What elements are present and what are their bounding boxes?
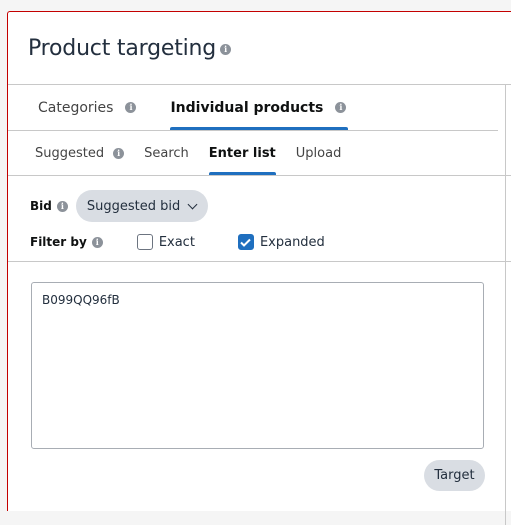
info-icon[interactable]: i [91,237,103,248]
tab-enter-list[interactable]: Enter list [208,131,276,175]
divider [8,261,511,262]
tab-label: Search [144,145,189,161]
panel-header: Product targeting i [8,12,511,85]
target-button[interactable]: Target [424,460,485,491]
tab-search[interactable]: Search [144,131,189,175]
info-icon[interactable]: i [56,201,68,212]
chevron-down-icon [187,199,198,209]
tab-suggested[interactable]: Suggested i [35,131,125,175]
sub-tabs: Suggested i Search Enter list Upload [8,131,511,176]
bid-dropdown-value: Suggested bid [86,198,181,214]
asin-list-value: B099QQ96fB [42,293,120,307]
right-rail-divider [505,85,506,525]
tab-upload[interactable]: Upload [296,131,342,175]
page-title: Product targeting i [28,35,232,61]
main-tabs: Categories i Individual products i [8,85,498,131]
filter-label: Filter by i [30,235,103,249]
info-icon[interactable]: i [220,44,232,55]
tab-label: Individual products [170,99,324,116]
tab-label: Categories [38,99,114,116]
filter-row: Filter by i Exact Expanded [8,231,511,253]
expanded-label: Expanded [259,234,325,250]
bid-label-text: Bid [30,199,52,213]
page-title-text: Product targeting [28,35,217,61]
tab-categories[interactable]: Categories i [38,85,137,130]
bid-row: Bid i Suggested bid [8,190,511,222]
tab-label: Suggested [35,145,105,161]
tab-individual-products[interactable]: Individual products i [170,85,349,130]
exact-label: Exact [158,234,195,250]
target-button-label: Target [434,468,475,483]
info-icon[interactable]: i [125,102,137,113]
tab-label: Upload [295,145,342,161]
expanded-checkbox[interactable]: Expanded [237,234,325,250]
info-icon[interactable]: i [335,102,347,113]
product-targeting-panel: Product targeting i Categories i Individu… [7,11,511,525]
info-icon[interactable]: i [113,147,125,159]
exact-checkbox[interactable]: Exact [136,234,195,250]
bid-dropdown[interactable]: Suggested bid [75,190,209,222]
tab-label: Enter list [208,145,276,161]
checkbox-checked-icon[interactable] [237,234,254,250]
checkbox-unchecked-icon[interactable] [136,234,153,250]
checkmark-icon [240,238,252,247]
filter-label-text: Filter by [30,235,87,249]
bid-label: Bid i [30,199,68,213]
asin-list-input[interactable]: B099QQ96fB [31,282,484,449]
